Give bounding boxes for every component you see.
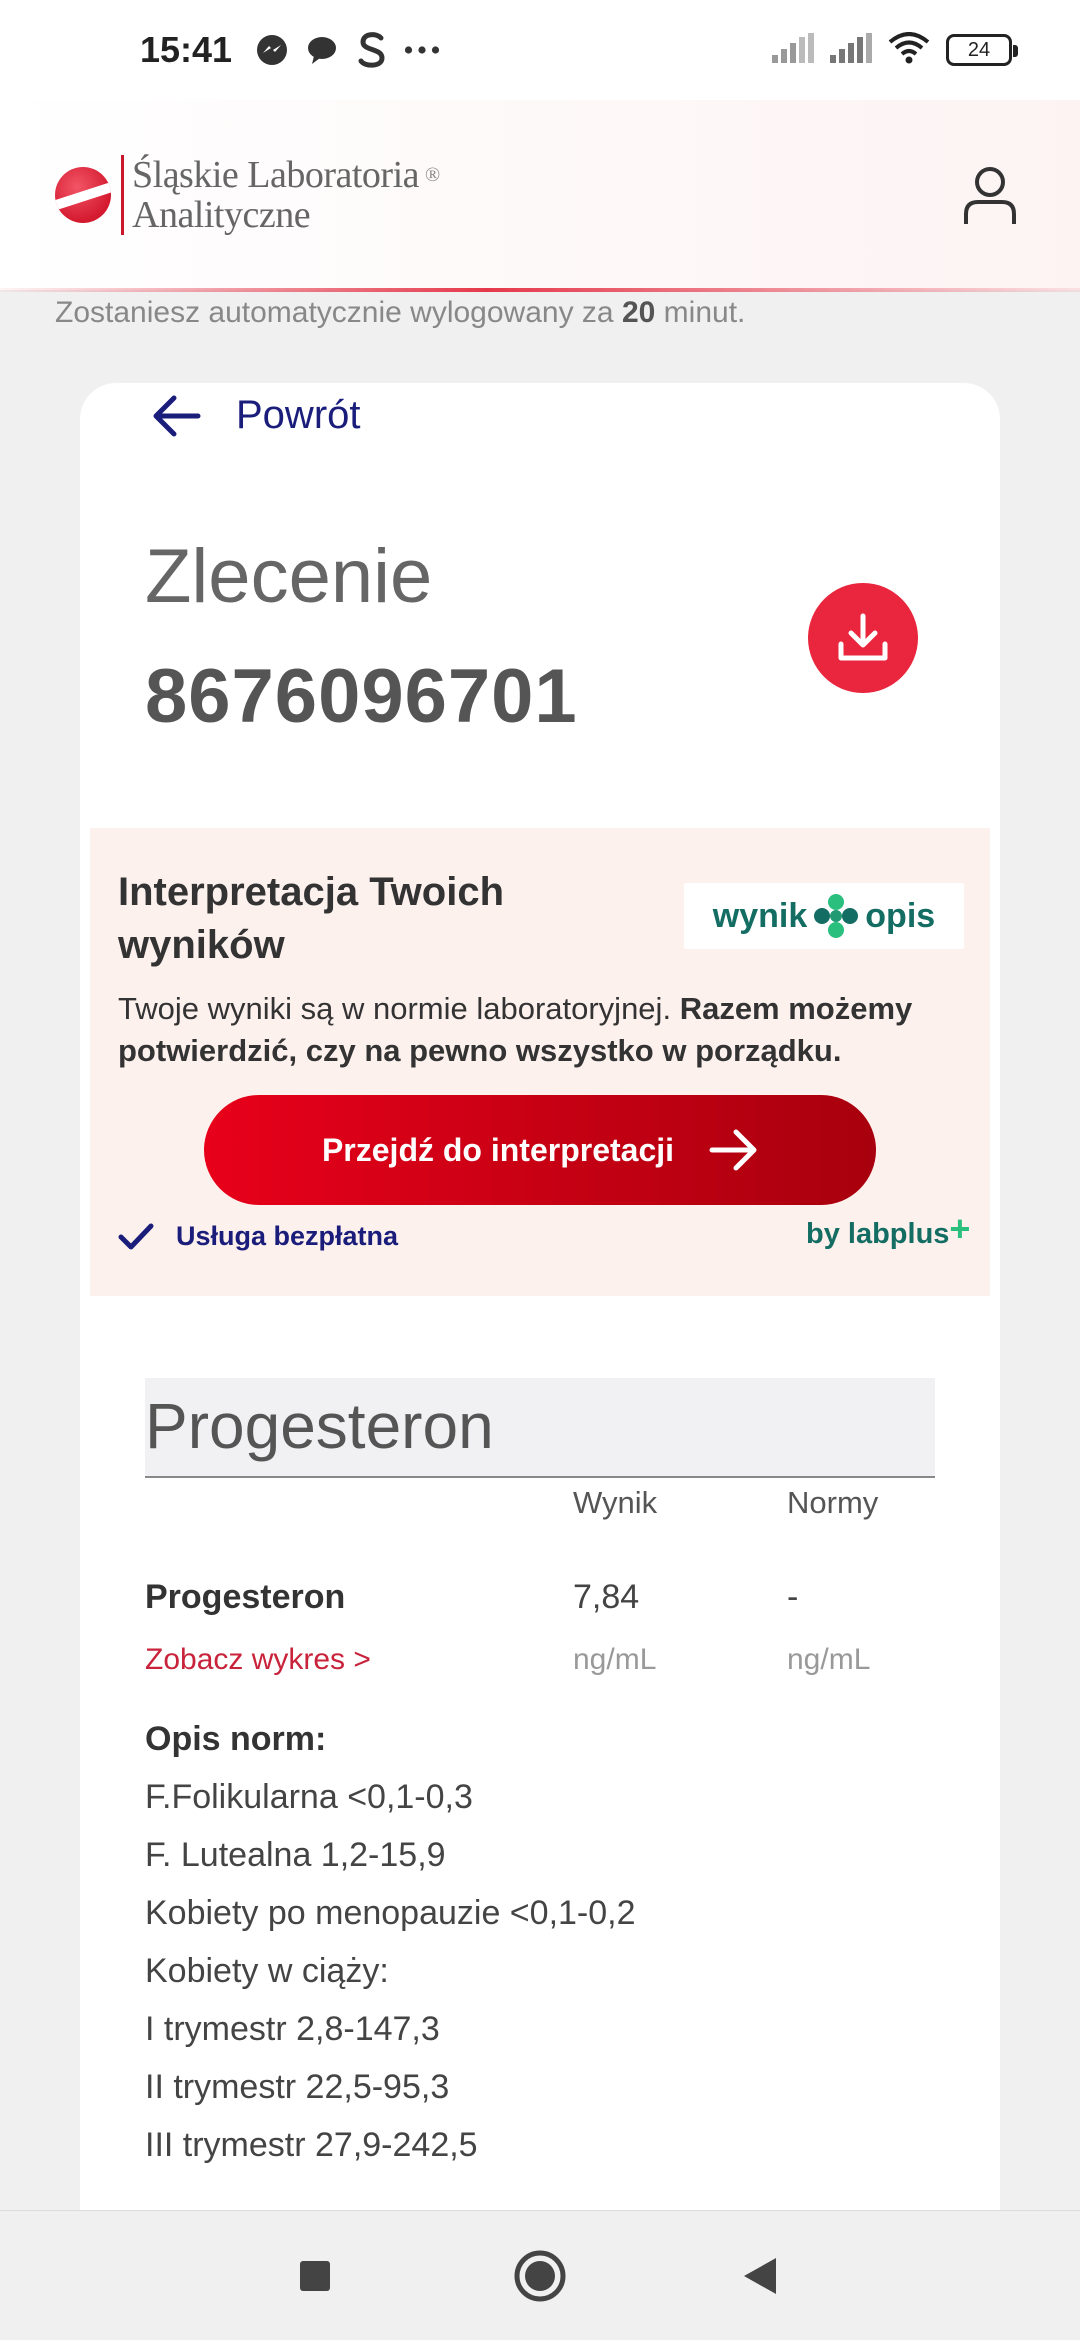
download-icon [838,613,888,661]
order-number: 8676096701 [145,654,578,739]
wynik-opis-logo: wynik opis [684,883,964,949]
status-time: 15:41 [140,29,233,70]
arrow-left-icon [153,395,201,436]
norm-unit: ng/mL [787,1643,871,1676]
test-section-title: Progesteron [145,1378,935,1478]
medical-cross-icon [814,894,859,938]
wynik-logo-left: wynik [712,896,808,935]
order-card: Powrót Zlecenie 8676096701 Interpretacja… [80,383,1000,2283]
interpretation-text: Twoje wyniki są w normie laboratoryjnej.… [118,988,978,1072]
result-unit: ng/mL [573,1643,657,1676]
s-app-icon [354,32,390,68]
back-label: Powrót [236,393,361,437]
back-button[interactable]: Powrót [152,393,361,438]
home-button[interactable] [480,2211,600,2340]
logo-divider [121,155,124,235]
logo-ball-icon [55,167,111,223]
interpretation-title: Interpretacja Twoich wyników [118,870,505,967]
chat-bubble-icon [304,32,340,68]
wifi-icon [888,31,930,69]
norm-line: III trymestr 27,9-242,5 [145,2126,478,2164]
checkmark-icon [118,1223,154,1249]
system-nav-bar [0,2210,1080,2340]
see-chart-link[interactable]: Zobacz wykres > [145,1643,371,1677]
column-header-result: Wynik [573,1485,658,1520]
logout-minutes: 20 [621,296,656,329]
signal-icon [772,32,814,68]
result-norm: - [787,1578,799,1616]
cta-label: Przejdź do interpretacji [321,1131,675,1168]
user-profile-button[interactable] [955,160,1025,230]
order-label: Zlecenie [145,534,433,619]
battery-indicator: 24 [946,34,1018,66]
logout-suffix: minut. [663,296,746,329]
logo-text: Śląskie Laboratoria ® Analityczne [132,155,440,235]
norm-line: Kobiety w ciąży: [145,1952,389,1990]
header-divider [0,288,1080,292]
go-to-interpretation-button[interactable]: Przejdź do interpretacji [204,1095,876,1205]
interpretation-text-normal: Twoje wyniki są w normie laboratoryjnej. [118,991,672,1026]
norm-line: II trymestr 22,5-95,3 [145,2068,450,2106]
labplus-plus: + [949,1208,971,1249]
auto-logout-notice: Zostaniesz automatycznie wylogowany za 2… [55,296,745,330]
app-header: Śląskie Laboratoria ® Analityczne [0,100,1080,290]
messenger-icon [254,32,290,68]
arrow-right-icon [709,1129,757,1171]
system-back-button[interactable] [700,2211,820,2340]
result-name: Progesteron [145,1578,346,1616]
status-bar: 15:41 24 [0,0,1080,100]
square-icon [300,2261,330,2291]
logo-line-2: Analityczne [132,194,311,236]
recent-apps-button[interactable] [255,2211,375,2340]
norm-line: Kobiety po menopauzie <0,1-0,2 [145,1894,636,1932]
logo-line-1: Śląskie Laboratoria [132,154,420,196]
norm-line: I trymestr 2,8-147,3 [145,2010,440,2048]
logout-prefix: Zostaniesz automatycznie wylogowany za [55,296,614,329]
lab-logo[interactable]: Śląskie Laboratoria ® Analityczne [55,155,440,235]
interpretation-panel: Interpretacja Twoich wyników wynik opis … [90,828,990,1296]
wynik-logo-right: opis [865,896,936,935]
circle-home-icon [514,2250,566,2302]
norm-line: F. Lutealna 1,2-15,9 [145,1836,446,1874]
labplus-text: by labplus [806,1218,950,1250]
free-service-row: Usługa bezpłatna [118,1221,398,1252]
norm-line: F.Folikularna <0,1-0,3 [145,1778,473,1816]
logo-registered-mark: ® [425,164,440,186]
triangle-back-icon [744,2258,776,2294]
more-notifications-icon [404,32,440,68]
user-icon [964,167,1016,224]
download-button[interactable] [808,583,918,693]
column-header-norms: Normy [787,1485,879,1520]
norms-heading: Opis norm: [145,1720,327,1758]
status-right: 24 [772,31,1018,69]
signal-icon-2 [830,32,872,68]
free-service-label: Usługa bezpłatna [176,1221,399,1251]
labplus-logo: by labplus+ [806,1208,970,1260]
result-value: 7,84 [573,1578,640,1616]
